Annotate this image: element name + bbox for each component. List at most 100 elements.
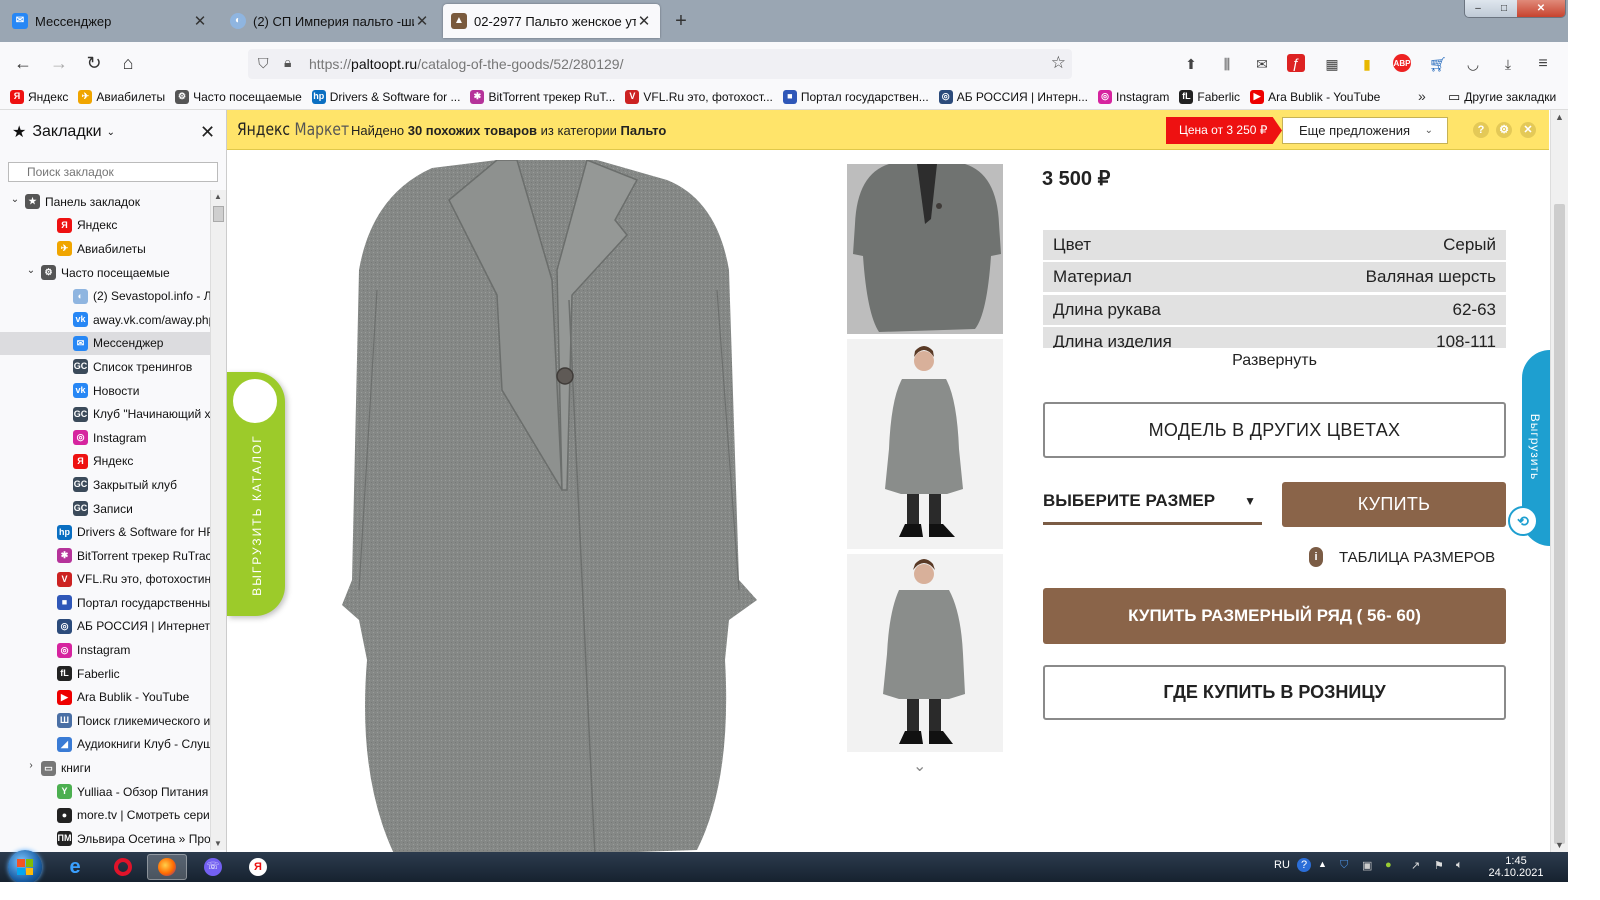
- cart-extension-icon[interactable]: 🛒︎: [1428, 54, 1448, 74]
- sidebar-scrollbar[interactable]: ▲ ▼: [210, 190, 226, 850]
- bookmark-ab-russia[interactable]: ◎ АБ РОССИЯ | Интерн...: [938, 89, 1088, 104]
- bookmark-tree-item[interactable]: vk Новости: [0, 379, 210, 403]
- chevron-down-icon[interactable]: ⌄: [9, 194, 21, 205]
- gallery-down-chevron-icon[interactable]: ⌄: [913, 756, 926, 776]
- more-offers-dropdown[interactable]: Еще предложения ⌄: [1282, 117, 1448, 144]
- color-picker-extension-icon[interactable]: ▦: [1322, 54, 1342, 74]
- library-icon[interactable]: ⫼: [1217, 54, 1237, 74]
- bookmark-tree-item[interactable]: ● more.tv | Смотреть сериал: [0, 803, 210, 827]
- mail-extension-icon[interactable]: ✉: [1252, 54, 1272, 74]
- close-tab-icon[interactable]: ✕: [192, 12, 208, 30]
- tray-expand-icon[interactable]: ▲: [1318, 859, 1327, 869]
- minimize-button[interactable]: –: [1465, 0, 1491, 17]
- bookmark-star-icon[interactable]: ☆: [1051, 53, 1066, 73]
- scrollbar-thumb[interactable]: [1554, 204, 1565, 844]
- pocket-save-icon[interactable]: ⬆: [1181, 54, 1201, 74]
- bookmark-instagram[interactable]: ◎ Instagram: [1098, 89, 1169, 104]
- bookmark-search-input[interactable]: [8, 162, 218, 182]
- volume-icon[interactable]: 🔈︎: [1456, 859, 1463, 872]
- menu-icon[interactable]: ≡: [1533, 54, 1553, 74]
- bookmark-yandex[interactable]: Я Яндекс: [10, 89, 68, 104]
- tab-product-page[interactable]: ▲ 02-2977 Пальто женское утеплённое ✕: [443, 4, 660, 38]
- gear-icon[interactable]: ⚙: [1496, 122, 1512, 138]
- bookmark-plane[interactable]: ✈ Авиабилеты: [78, 89, 165, 104]
- bookmark-tree-item[interactable]: Y Yulliaa - Обзор Питания и Ф: [0, 780, 210, 804]
- start-button[interactable]: [8, 850, 42, 882]
- upload-sync-icon[interactable]: ⟲: [1508, 506, 1538, 536]
- new-tab-button[interactable]: +: [670, 10, 692, 32]
- bookmark-tree-item[interactable]: GC Записи: [0, 497, 210, 521]
- taskbar-viber[interactable]: ☏: [193, 854, 233, 880]
- lock-icon[interactable]: 🔒︎: [284, 54, 291, 71]
- downloads-icon[interactable]: ⤓: [1498, 54, 1518, 74]
- bookmark-gear[interactable]: ⚙ Часто посещаемые: [175, 89, 302, 104]
- url-bar[interactable]: ⛉ 🔒︎ https://paltoopt.ru/catalog-of-the-…: [248, 49, 1072, 79]
- bookmark-tree-item[interactable]: fL Faberlic: [0, 662, 210, 686]
- similar-goods-link[interactable]: 30 похожих товаров: [408, 123, 537, 138]
- bookmark-tree-item[interactable]: ◎ Instagram: [0, 426, 210, 450]
- help-tray-icon[interactable]: ?: [1297, 858, 1311, 872]
- size-table-link[interactable]: i ТАБЛИЦА РАЗМЕРОВ: [1309, 547, 1495, 567]
- url-text[interactable]: https://paltoopt.ru/catalog-of-the-goods…: [309, 56, 623, 72]
- bookmark-tree-item[interactable]: ✈ Авиабилеты: [0, 237, 210, 261]
- bookmark-tree-item[interactable]: ■ Портал государственных ус: [0, 591, 210, 615]
- bookmark-tree-item[interactable]: ◎ АБ РОССИЯ | Интернет-бан: [0, 615, 210, 639]
- bookmark-tree-item[interactable]: hp Drivers & Software for HP Pro: [0, 520, 210, 544]
- yandex-extension-icon[interactable]: ▮: [1357, 54, 1377, 74]
- taskbar-firefox[interactable]: [147, 854, 187, 880]
- sidebar-header[interactable]: ★ Закладки ⌄: [12, 122, 115, 142]
- scrollbar-thumb[interactable]: [213, 206, 224, 222]
- bookmark-tree-item[interactable]: ✱ BitTorrent трекер RuTracker.: [0, 544, 210, 568]
- taskbar-ie[interactable]: e: [55, 854, 95, 880]
- close-icon[interactable]: ✕: [1520, 122, 1536, 138]
- bookmark-tree-item[interactable]: ◢ Аудиокниги Клуб - Слушае: [0, 733, 210, 757]
- bookmark-tree-item[interactable]: vk away.vk.com/away.php: [0, 308, 210, 332]
- bookmark-tree-item[interactable]: Я Яндекс: [0, 214, 210, 238]
- system-clock[interactable]: 1:45 24.10.2021: [1484, 855, 1548, 879]
- bookmark-tree-item[interactable]: GC Закрытый клуб: [0, 473, 210, 497]
- language-indicator[interactable]: RU: [1274, 859, 1290, 871]
- taskbar-opera[interactable]: [103, 854, 143, 880]
- bookmark-tree-item[interactable]: › ▭ книги: [0, 756, 210, 780]
- close-tab-icon[interactable]: ✕: [414, 12, 430, 30]
- page-scrollbar[interactable]: ▲ ▼: [1550, 110, 1568, 852]
- tray-app-icon[interactable]: ▣: [1362, 859, 1372, 872]
- home-button[interactable]: ⌂: [117, 52, 139, 74]
- tab-sp-imperiya[interactable]: ◐ (2) СП Империя пальто -шикарные ✕: [222, 0, 438, 42]
- tab-messenger[interactable]: ✉ Мессенджер ✕: [4, 0, 216, 42]
- bookmark-faberlic[interactable]: fL Faberlic: [1179, 89, 1240, 104]
- bookmark-tree-item[interactable]: GC Клуб "Начинающий худо: [0, 402, 210, 426]
- bookmark-vfl[interactable]: V VFL.Ru это, фотохост...: [625, 89, 773, 104]
- bookmark-tree-item[interactable]: Я Яндекс: [0, 450, 210, 474]
- tray-update-icon[interactable]: ●: [1385, 859, 1392, 871]
- pocket-icon[interactable]: ◡: [1463, 54, 1483, 74]
- close-window-button[interactable]: ✕: [1517, 0, 1565, 17]
- chevron-down-icon[interactable]: ⌄: [25, 265, 37, 276]
- price-from-badge[interactable]: Цена от 3 250 ₽: [1166, 117, 1282, 144]
- chevron-right-icon[interactable]: ›: [25, 760, 37, 771]
- close-sidebar-button[interactable]: ✕: [200, 122, 215, 143]
- back-button[interactable]: ←: [12, 52, 34, 74]
- close-tab-icon[interactable]: ✕: [636, 12, 652, 30]
- scroll-down-arrow-icon[interactable]: ▼: [1555, 840, 1564, 850]
- bookmark-youtube[interactable]: ▶ Ara Bublik - YouTube: [1250, 89, 1380, 104]
- where-to-buy-retail-button[interactable]: ГДЕ КУПИТЬ В РОЗНИЦУ: [1043, 665, 1506, 720]
- buy-size-series-button[interactable]: КУПИТЬ РАЗМЕРНЫЙ РЯД ( 56- 60): [1043, 588, 1506, 644]
- other-bookmarks-folder[interactable]: ▭ Другие закладки: [1448, 84, 1556, 110]
- export-catalog-widget[interactable]: ВЫГРУЗИТЬ КАТАЛОГ: [227, 372, 285, 616]
- bookmark-rutracker[interactable]: ✱ BitTorrent трекер RuT...: [470, 89, 615, 104]
- bookmark-tree-item[interactable]: ⌄ ★ Панель закладок: [0, 190, 210, 214]
- bookmark-tree-item[interactable]: ✉ Мессенджер: [0, 331, 210, 356]
- thumbnail-3[interactable]: [847, 554, 1003, 752]
- action-center-flag-icon[interactable]: ⚑: [1434, 859, 1444, 872]
- maximize-button[interactable]: □: [1491, 0, 1517, 17]
- thumbnail-1[interactable]: [847, 164, 1003, 334]
- reload-button[interactable]: ↻: [83, 52, 105, 74]
- size-select[interactable]: ВЫБЕРИТЕ РАЗМЕР ▼: [1043, 482, 1262, 525]
- buy-button[interactable]: КУПИТЬ: [1282, 482, 1506, 527]
- forward-button[interactable]: →: [48, 52, 70, 74]
- taskbar-yandex-browser[interactable]: Я: [238, 854, 278, 880]
- bookmark-tree-item[interactable]: ⌄ ⚙ Часто посещаемые: [0, 261, 210, 285]
- scroll-up-arrow-icon[interactable]: ▲: [214, 192, 222, 201]
- bookmark-tree-item[interactable]: ◐ (2) Sevastopol.info - Личн: [0, 284, 210, 308]
